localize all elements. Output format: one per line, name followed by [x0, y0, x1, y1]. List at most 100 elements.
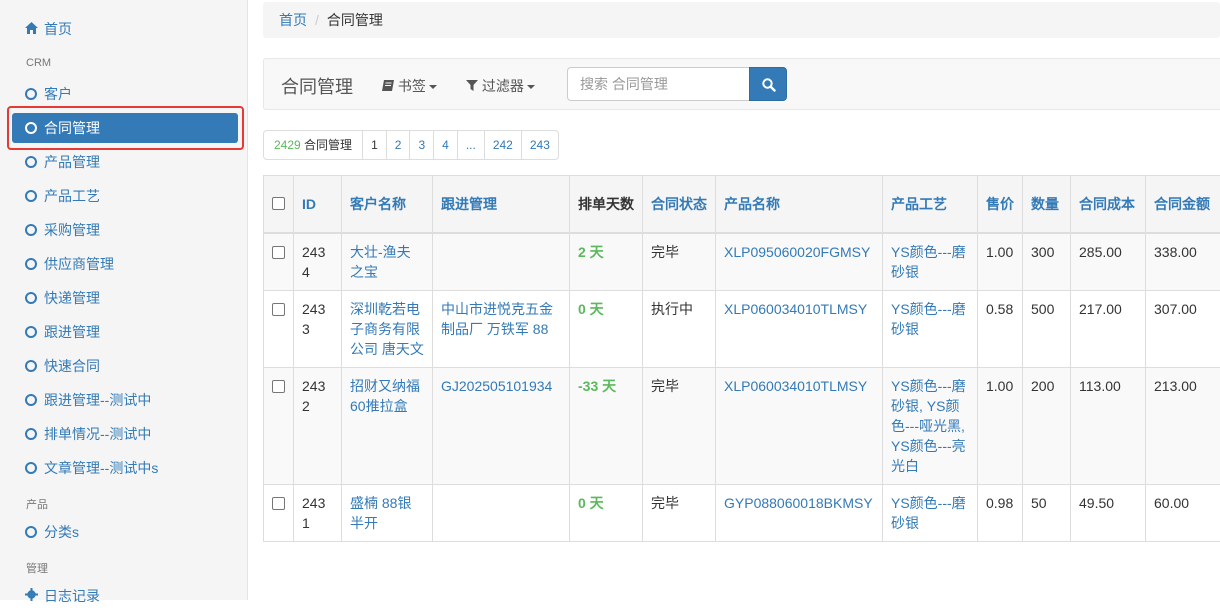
nav-label: 采购管理: [44, 222, 100, 238]
row-select-cell: [264, 233, 294, 291]
record-count-number: 2429: [274, 138, 301, 152]
nav-label: 快递管理: [44, 290, 100, 306]
row-select-cell: [264, 368, 294, 485]
nav-schedule-test[interactable]: 排单情况--测试中: [12, 419, 238, 449]
nav-contracts[interactable]: 合同管理: [12, 113, 238, 143]
circle-icon: [24, 249, 38, 279]
nav-products[interactable]: 产品管理: [12, 147, 238, 177]
nav-followup-test[interactable]: 跟进管理--测试中: [12, 385, 238, 415]
table-row: 2433 深圳乾若电子商务有限公司 唐天文 中山市进悦克五金制品厂 万铁军 88…: [264, 291, 1220, 368]
circle-icon: [24, 453, 38, 483]
circle-icon: [24, 317, 38, 347]
row-checkbox[interactable]: [272, 380, 285, 393]
row-checkbox[interactable]: [272, 497, 285, 510]
page-link[interactable]: 242: [484, 131, 521, 159]
cell-customer-link[interactable]: 深圳乾若电子商务有限公司 唐天文: [342, 291, 433, 368]
page-link[interactable]: 243: [521, 131, 558, 159]
page-link[interactable]: 4: [433, 131, 457, 159]
row-select-cell: [264, 291, 294, 368]
cell-id: 2432: [294, 368, 342, 485]
column-header-followup[interactable]: 跟进管理: [433, 176, 570, 234]
nav-suppliers[interactable]: 供应商管理: [12, 249, 238, 279]
nav-label: 跟进管理: [44, 324, 100, 340]
nav-customers[interactable]: 客户: [12, 79, 238, 109]
table-row: 2432 招财又纳福60推拉盒 GJ202505101934 -33 天 完毕 …: [264, 368, 1220, 485]
cog-icon: [24, 581, 38, 611]
circle-icon: [24, 385, 38, 415]
cell-product-link[interactable]: GYP088060018BKMSY: [716, 485, 883, 542]
circle-icon: [24, 351, 38, 381]
cell-process-link[interactable]: YS颜色---磨砂银, YS颜色---哑光黑, YS颜色---亮光白: [883, 368, 978, 485]
cell-product-link[interactable]: XLP060034010TLMSY: [716, 291, 883, 368]
page-link[interactable]: 2: [386, 131, 410, 159]
column-header-cost[interactable]: 合同成本: [1071, 176, 1146, 234]
circle-icon: [24, 147, 38, 177]
cell-qty: 300: [1023, 233, 1071, 291]
nav-label: 排单情况--测试中: [44, 426, 151, 442]
chevron-down-icon: [429, 85, 437, 89]
cell-id: 2433: [294, 291, 342, 368]
search-input[interactable]: [567, 67, 749, 101]
cell-days: -33 天: [570, 368, 643, 485]
cell-followup-link[interactable]: [433, 233, 570, 291]
cell-amount: 307.00: [1146, 291, 1220, 368]
cell-customer-link[interactable]: 大壮-渔夫之宝: [342, 233, 433, 291]
bookmarks-dropdown[interactable]: 书签: [382, 76, 437, 96]
cell-product-link[interactable]: XLP060034010TLMSY: [716, 368, 883, 485]
row-checkbox[interactable]: [272, 303, 285, 316]
column-header-amount[interactable]: 合同金额: [1146, 176, 1220, 234]
nav-articles-test[interactable]: 文章管理--测试中s: [12, 453, 238, 483]
cell-customer-link[interactable]: 盛楠 88银半开: [342, 485, 433, 542]
nav-purchasing[interactable]: 采购管理: [12, 215, 238, 245]
column-header-qty[interactable]: 数量: [1023, 176, 1071, 234]
cell-process-link[interactable]: YS颜色---磨砂银: [883, 233, 978, 291]
cell-customer-link[interactable]: 招财又纳福60推拉盒: [342, 368, 433, 485]
nav-product-process[interactable]: 产品工艺: [12, 181, 238, 211]
search-button[interactable]: [749, 67, 787, 101]
cell-process-link[interactable]: YS颜色---磨砂银: [883, 485, 978, 542]
row-checkbox[interactable]: [272, 246, 285, 259]
column-header-customer[interactable]: 客户名称: [342, 176, 433, 234]
nav-logs[interactable]: 日志记录: [12, 581, 238, 611]
cell-cost: 285.00: [1071, 233, 1146, 291]
page-link[interactable]: 1: [362, 131, 386, 159]
circle-icon: [24, 517, 38, 547]
page-link[interactable]: 3: [409, 131, 433, 159]
breadcrumb-separator: /: [315, 12, 319, 28]
page-ellipsis: ...: [457, 131, 484, 159]
nav-quick-contract[interactable]: 快速合同: [12, 351, 238, 381]
cell-followup-link[interactable]: [433, 485, 570, 542]
nav-express[interactable]: 快递管理: [12, 283, 238, 313]
nav-label: 文章管理--测试中s: [44, 460, 158, 476]
cell-process-link[interactable]: YS颜色---磨砂银: [883, 291, 978, 368]
nav-followup[interactable]: 跟进管理: [12, 317, 238, 347]
row-select-cell: [264, 485, 294, 542]
nav-header-manage: 管理: [26, 560, 48, 576]
filters-dropdown[interactable]: 过滤器: [466, 76, 535, 96]
cell-followup-link[interactable]: GJ202505101934: [433, 368, 570, 485]
breadcrumb-home[interactable]: 首页: [279, 12, 307, 28]
contracts-table: ID 客户名称 跟进管理 排单天数 合同状态 产品名称 产品工艺 售价 数量 合…: [263, 175, 1220, 542]
search-icon: [762, 78, 776, 92]
nav-categories[interactable]: 分类s: [12, 517, 238, 547]
nav-header-crm: CRM: [26, 57, 51, 69]
select-all-checkbox[interactable]: [272, 197, 285, 210]
book-icon: [382, 78, 394, 94]
column-header-process[interactable]: 产品工艺: [883, 176, 978, 234]
circle-icon: [24, 215, 38, 245]
filter-icon: [466, 78, 478, 94]
column-header-price[interactable]: 售价: [978, 176, 1023, 234]
page-title: 合同管理: [281, 73, 353, 99]
column-header-status[interactable]: 合同状态: [643, 176, 716, 234]
cell-qty: 50: [1023, 485, 1071, 542]
cell-status: 完毕: [643, 485, 716, 542]
table-row: 2434 大壮-渔夫之宝 2 天 完毕 XLP095060020FGMSY YS…: [264, 233, 1220, 291]
cell-followup-link[interactable]: 中山市进悦克五金制品厂 万铁军 88: [433, 291, 570, 368]
column-header-id[interactable]: ID: [294, 176, 342, 234]
circle-icon: [24, 79, 38, 109]
nav-home[interactable]: 首页: [12, 14, 238, 44]
home-icon: [24, 14, 38, 44]
column-header-product[interactable]: 产品名称: [716, 176, 883, 234]
nav-label: 跟进管理--测试中: [44, 392, 151, 408]
cell-product-link[interactable]: XLP095060020FGMSY: [716, 233, 883, 291]
